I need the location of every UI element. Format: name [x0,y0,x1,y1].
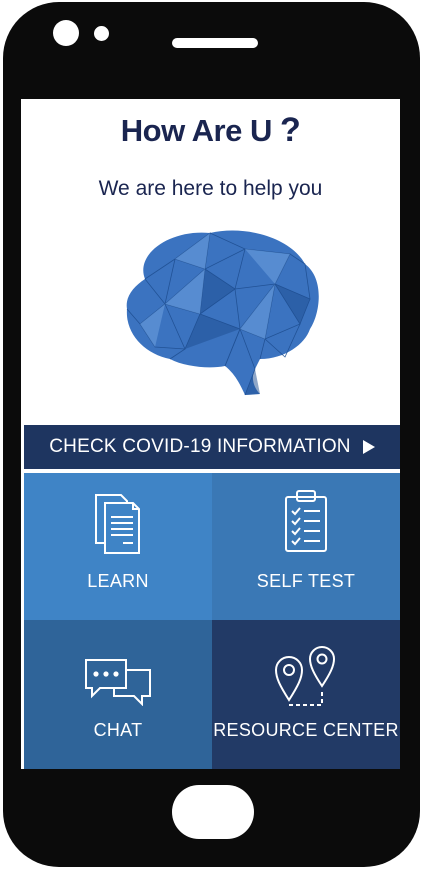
brain-illustration [126,230,319,396]
covid-info-label: CHECK COVID-19 INFORMATION [49,436,351,457]
map-pins-icon [274,646,336,706]
resource-center-label: RESOURCE CENTER [213,720,399,740]
chat-tile[interactable]: CHAT [24,620,212,769]
app-subtitle: We are here to help you [98,177,323,200]
learn-tile[interactable]: LEARN [24,473,212,620]
self-test-tile[interactable]: SELF TEST [212,473,400,620]
covid-info-button[interactable]: CHECK COVID-19 INFORMATION [24,425,400,469]
sensor [94,26,109,41]
app-title: How Are U ? [120,111,301,149]
documents-icon [95,494,140,554]
app-screen: How Are U ? We are here to help you CHEC… [21,99,400,769]
resource-center-tile[interactable]: RESOURCE CENTER [212,620,400,769]
front-camera [53,20,79,46]
home-button[interactable] [172,785,254,839]
chat-label: CHAT [93,720,143,740]
chat-bubbles-icon [85,659,151,706]
clipboard-checklist-icon [285,490,327,552]
earpiece-speaker [172,38,258,48]
play-arrow-icon [362,440,375,454]
self-test-label: SELF TEST [256,571,356,591]
learn-label: LEARN [87,571,149,591]
